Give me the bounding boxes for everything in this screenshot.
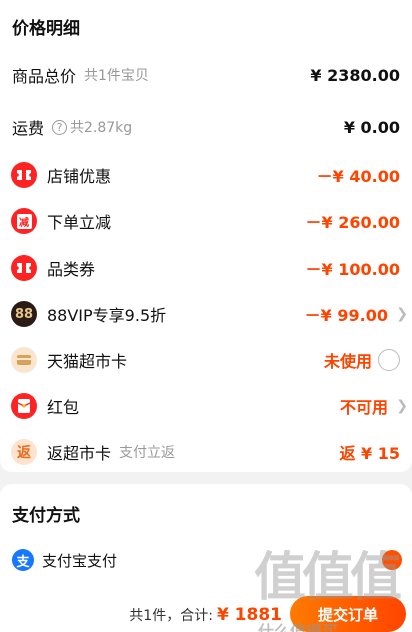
- submit-order-button[interactable]: 提交订单: [290, 596, 406, 632]
- red-packet-status: 不可用: [339, 398, 388, 417]
- chevron-right-icon: ❯: [396, 306, 408, 322]
- order-discount-label: 下单立减: [47, 213, 112, 232]
- order-total: 共1件， 合计: ¥ 1881: [129, 605, 282, 625]
- question-icon[interactable]: ?: [52, 119, 68, 135]
- order-discount-row[interactable]: 减 下单立减 －¥ 260.00: [0, 201, 412, 241]
- store-discount-row[interactable]: 店铺优惠 －¥ 40.00: [0, 155, 412, 195]
- vip-88-icon: 88: [11, 301, 37, 327]
- vip-discount-row[interactable]: 88 88VIP专享9.5折 －¥ 99.00 ❯: [0, 294, 412, 334]
- total-label: 合计:: [180, 608, 213, 624]
- tmall-card-row[interactable]: 天猫超市卡 未使用: [0, 340, 412, 380]
- cashback-card-amount: 返 ¥ 15: [339, 444, 400, 463]
- vip-discount-amount: －¥ 99.00: [304, 306, 388, 325]
- store-discount-amount: －¥ 40.00: [316, 167, 400, 186]
- price-detail-title: 价格明细: [12, 19, 80, 39]
- cashback-card-note: 支付立返: [119, 445, 176, 461]
- cashback-card-label: 返超市卡: [47, 444, 112, 463]
- chevron-right-icon: ❯: [396, 398, 408, 414]
- tmall-card-label: 天猫超市卡: [47, 352, 128, 371]
- red-packet-label: 红包: [47, 398, 80, 417]
- goods-total-row: 商品总价 共1件宝贝 ¥ 2380.00: [0, 55, 412, 95]
- goods-total-count: 共1件宝贝: [84, 68, 149, 84]
- coupon-ticket-icon: [11, 255, 37, 281]
- vip-discount-label: 88VIP专享9.5折: [47, 306, 167, 325]
- order-discount-amount: －¥ 260.00: [305, 213, 400, 232]
- shipping-amount: ¥ 0.00: [343, 117, 400, 137]
- payment-card: 支付方式 支 支付宝支付: [0, 484, 412, 596]
- shipping-row: 运费 ? 共2.87kg ¥ 0.00: [0, 107, 412, 147]
- payment-title: 支付方式: [12, 506, 80, 526]
- red-packet-row[interactable]: 红包 不可用 ❯: [0, 386, 412, 426]
- payment-method-label: 支付宝支付: [42, 551, 118, 570]
- alipay-icon: 支: [12, 549, 34, 571]
- item-count: 共1件，: [129, 608, 181, 624]
- discount-tag-glyph: 减: [16, 213, 32, 229]
- price-detail-card: 价格明细 商品总价 共1件宝贝 ¥ 2380.00 运费 ? 共2.87kg ¥…: [0, 0, 412, 472]
- discount-tag-icon: 减: [11, 208, 37, 234]
- payment-selected-check[interactable]: [382, 550, 402, 570]
- goods-total-amount: ¥ 2380.00: [310, 65, 400, 85]
- card-icon: [11, 347, 37, 373]
- category-coupon-amount: －¥ 100.00: [305, 260, 400, 279]
- cashback-icon: 返: [11, 439, 37, 465]
- coupon-ticket-icon: [11, 162, 37, 188]
- goods-total-label: 商品总价: [12, 67, 77, 86]
- category-coupon-row[interactable]: 品类券 －¥ 100.00: [0, 248, 412, 288]
- bottom-bar: 共1件， 合计: ¥ 1881 提交订单: [0, 596, 412, 632]
- total-price: ¥ 1881: [216, 605, 282, 625]
- payment-method-row[interactable]: 支 支付宝支付: [0, 540, 412, 580]
- category-coupon-label: 品类券: [47, 260, 96, 279]
- tmall-card-status: 未使用: [323, 352, 372, 371]
- shipping-weight: 共2.87kg: [70, 120, 133, 136]
- shipping-label: 运费: [12, 119, 45, 138]
- red-packet-icon: [11, 393, 37, 419]
- cashback-card-row: 返 返超市卡 支付立返 返 ¥ 15: [0, 432, 412, 472]
- tmall-card-radio[interactable]: [378, 349, 400, 371]
- store-discount-label: 店铺优惠: [47, 167, 112, 186]
